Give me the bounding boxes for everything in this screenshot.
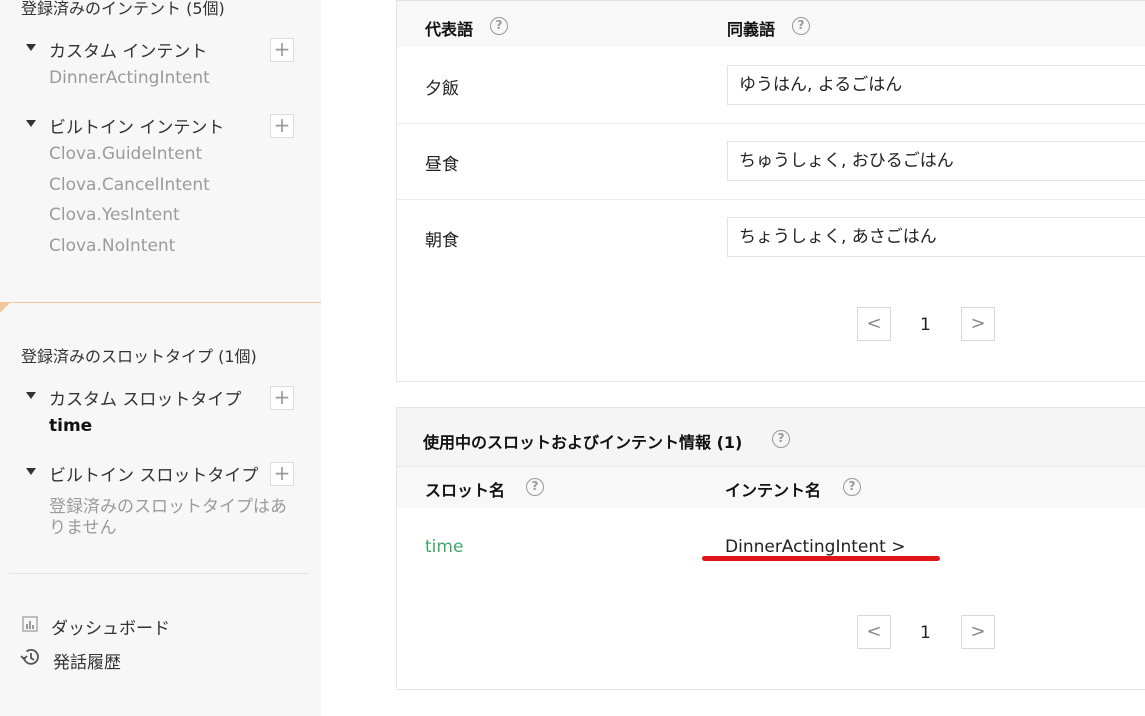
row-divider — [397, 123, 1145, 124]
collapse-triangle-icon[interactable] — [26, 392, 36, 399]
annotation-underline — [702, 556, 940, 561]
sidebar-item-intent[interactable]: Clova.GuideIntent — [49, 144, 202, 164]
sidebar-divider — [9, 573, 309, 574]
builtin-slot-group-label[interactable]: ビルトイン スロットタイプ — [49, 461, 258, 486]
help-icon[interactable]: ? — [772, 430, 790, 448]
col-header-slot-name: スロット名 — [425, 481, 506, 500]
add-builtin-intent-button[interactable]: + — [270, 114, 294, 138]
synonyms-input[interactable]: ゆうはん, よるごはん — [727, 65, 1145, 105]
sidebar: 登録済みのインテント (5個) カスタム インテント + DinnerActin… — [0, 0, 321, 716]
row-divider — [397, 199, 1145, 200]
section-divider — [0, 302, 321, 303]
collapse-triangle-icon[interactable] — [26, 44, 36, 51]
sidebar-item-dashboard[interactable]: ダッシュボード — [51, 614, 170, 639]
page-number: 1 — [920, 623, 931, 643]
col-header-intent-name: インテント名 — [725, 481, 822, 500]
builtin-intent-group-label[interactable]: ビルトイン インテント — [49, 113, 224, 138]
col-header-representative: 代表語 — [425, 20, 474, 39]
prev-page-button[interactable]: < — [857, 615, 891, 649]
empty-message-line: りません — [49, 518, 117, 538]
sidebar-item-intent[interactable]: Clova.NoIntent — [49, 236, 175, 256]
add-custom-intent-button[interactable]: + — [270, 38, 294, 62]
custom-slot-group-label[interactable]: カスタム スロットタイプ — [49, 385, 241, 410]
add-builtin-slot-button[interactable]: + — [270, 462, 294, 486]
synonyms-input[interactable]: ちょうしょく, あさごはん — [727, 217, 1145, 257]
representative-word: 夕飯 — [425, 79, 459, 99]
collapse-triangle-icon[interactable] — [26, 120, 36, 127]
slot-types-heading: 登録済みのスロットタイプ (1個) — [21, 347, 257, 366]
prev-page-button[interactable]: < — [857, 307, 891, 341]
slot-values-panel — [396, 0, 1145, 382]
usage-section-title: 使用中のスロットおよびインテント情報 (1) — [423, 433, 743, 452]
dashboard-icon — [22, 616, 38, 632]
synonyms-input[interactable]: ちゅうしょく, おひるごはん — [727, 141, 1145, 181]
collapse-triangle-icon[interactable] — [26, 468, 36, 475]
col-header-synonyms: 同義語 — [727, 20, 776, 39]
sidebar-item-history[interactable]: 発話履歴 — [53, 648, 121, 673]
intent-name-link[interactable]: DinnerActingIntent > — [725, 537, 905, 557]
intents-heading: 登録済みのインテント (5個) — [21, 0, 225, 18]
next-page-button[interactable]: > — [961, 307, 995, 341]
custom-intent-group-label[interactable]: カスタム インテント — [49, 37, 207, 62]
help-icon[interactable]: ? — [792, 17, 810, 35]
representative-word: 朝食 — [425, 231, 459, 251]
page-number: 1 — [920, 315, 931, 335]
accent-corner — [0, 303, 10, 313]
next-page-button[interactable]: > — [961, 615, 995, 649]
sidebar-item-intent[interactable]: Clova.CancelIntent — [49, 175, 210, 195]
sidebar-item-intent[interactable]: DinnerActingIntent — [49, 68, 210, 88]
help-icon[interactable]: ? — [490, 17, 508, 35]
help-icon[interactable]: ? — [843, 478, 861, 496]
history-icon — [20, 648, 39, 665]
sidebar-item-slot-active[interactable]: time — [49, 416, 92, 436]
representative-word: 昼食 — [425, 155, 459, 175]
help-icon[interactable]: ? — [526, 478, 544, 496]
slot-name-link[interactable]: time — [425, 537, 463, 557]
sidebar-item-intent[interactable]: Clova.YesIntent — [49, 205, 180, 225]
add-custom-slot-button[interactable]: + — [270, 386, 294, 410]
